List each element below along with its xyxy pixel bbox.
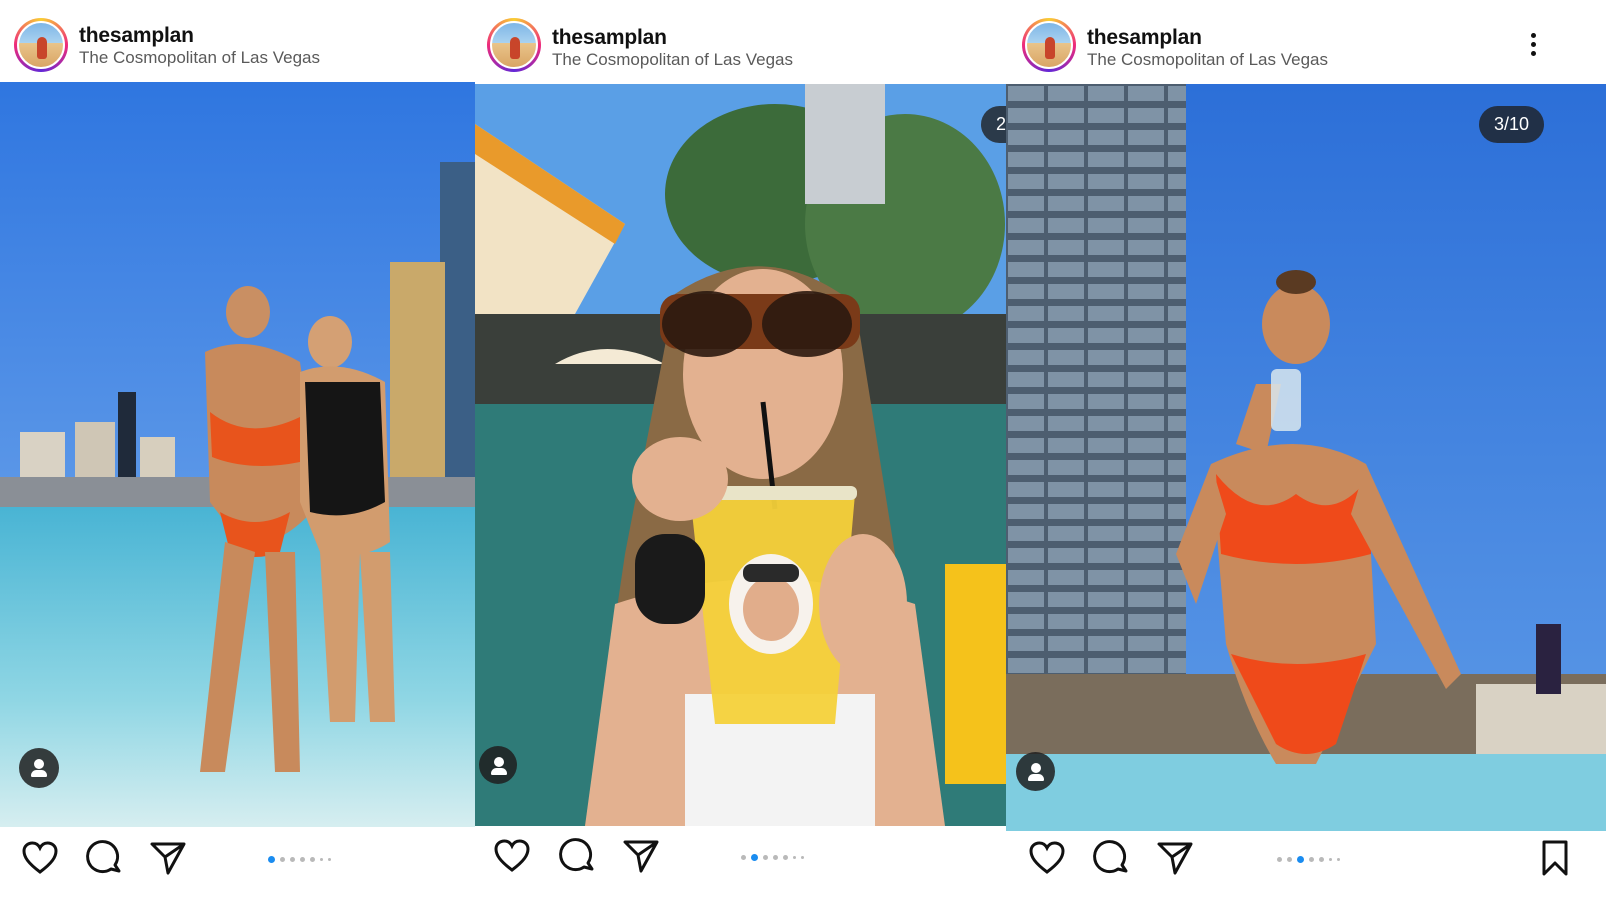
username-link[interactable]: thesamplan (1087, 26, 1202, 50)
location-link[interactable]: The Cosmopolitan of Las Vegas (79, 48, 320, 68)
post-header: thesamplan The Cosmopolitan of Las Vegas (475, 0, 1006, 82)
carousel-indicator (741, 854, 804, 861)
post-photo[interactable] (0, 82, 475, 827)
heart-icon[interactable] (20, 838, 60, 878)
post-3: thesamplan The Cosmopolitan of Las Vegas (1006, 0, 1606, 902)
comment-icon[interactable] (1091, 838, 1131, 878)
carousel-counter: 3/10 (1478, 106, 1544, 143)
profile-avatar[interactable] (487, 18, 541, 72)
heart-icon[interactable] (492, 836, 532, 876)
carousel-indicator (1277, 856, 1340, 863)
location-link[interactable]: The Cosmopolitan of Las Vegas (552, 50, 793, 70)
carousel-indicator (268, 856, 331, 863)
bookmark-icon[interactable] (1535, 838, 1575, 878)
post-photo[interactable] (1006, 84, 1606, 831)
user-tag-icon[interactable] (1016, 752, 1055, 791)
comment-icon[interactable] (84, 838, 124, 878)
profile-avatar[interactable] (14, 18, 68, 72)
post-photo[interactable] (475, 84, 1006, 826)
send-icon[interactable] (1155, 838, 1195, 878)
post-header: thesamplan The Cosmopolitan of Las Vegas (1006, 0, 1606, 82)
send-icon[interactable] (148, 838, 188, 878)
post-actions (0, 838, 475, 902)
username-link[interactable]: thesamplan (79, 24, 194, 48)
more-vertical-icon[interactable] (1530, 33, 1536, 59)
username-link[interactable]: thesamplan (552, 26, 667, 50)
post-1: thesamplan The Cosmopolitan of Las Vegas (0, 0, 475, 902)
heart-icon[interactable] (1027, 838, 1067, 878)
profile-avatar[interactable] (1022, 18, 1076, 72)
send-icon[interactable] (621, 836, 661, 876)
comment-icon[interactable] (557, 836, 597, 876)
post-header: thesamplan The Cosmopolitan of Las Vegas (0, 0, 475, 82)
post-actions (475, 836, 1006, 900)
post-2: thesamplan The Cosmopolitan of Las Vegas (475, 0, 1006, 902)
user-tag-icon[interactable] (19, 748, 59, 788)
location-link[interactable]: The Cosmopolitan of Las Vegas (1087, 50, 1328, 70)
post-actions (1006, 838, 1606, 902)
user-tag-icon[interactable] (479, 746, 517, 784)
